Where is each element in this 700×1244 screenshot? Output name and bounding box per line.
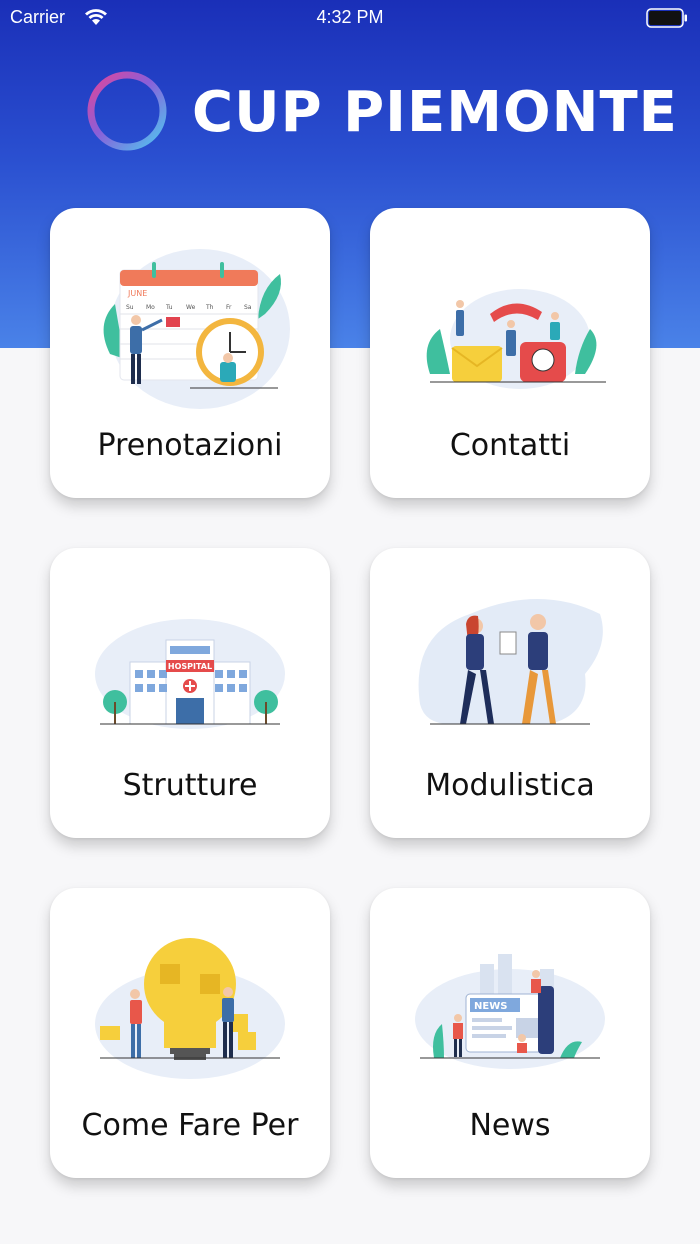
prenotazioni-label: Prenotazioni	[97, 428, 283, 463]
svg-text:Mo: Mo	[146, 304, 155, 311]
news-card[interactable]: NEWS News	[370, 888, 650, 1178]
contatti-label: Contatti	[449, 428, 571, 463]
svg-text:Su: Su	[126, 304, 134, 311]
contatti-card[interactable]: Contatti	[370, 208, 650, 498]
prenotazioni-card[interactable]: JUNE Su Mo Tu We Th Fr Sa Prenotazioni	[50, 208, 330, 498]
hospital-illustration-icon: HOSPITAL	[95, 619, 285, 729]
modulistica-card[interactable]: Modulistica	[370, 548, 650, 838]
modulistica-label: Modulistica	[425, 768, 595, 803]
battery-icon	[646, 8, 687, 28]
svg-text:JUNE: JUNE	[127, 289, 147, 298]
svg-text:Tu: Tu	[165, 304, 173, 311]
calendar-illustration-icon: JUNE Su Mo Tu We Th Fr Sa	[103, 249, 290, 409]
lightbulb-puzzle-illustration-icon	[95, 938, 285, 1079]
come-fare-per-label: Come Fare Per	[81, 1108, 299, 1143]
status-bar: Carrier 4:32 PM	[0, 0, 700, 36]
forms-illustration-icon	[418, 599, 603, 725]
svg-text:NEWS: NEWS	[474, 1001, 507, 1012]
news-label: News	[469, 1108, 551, 1143]
svg-text:HOSPITAL: HOSPITAL	[168, 662, 212, 671]
svg-text:Sa: Sa	[244, 304, 252, 311]
come-fare-per-card[interactable]: Come Fare Per	[50, 888, 330, 1178]
phone-contact-illustration-icon	[426, 289, 606, 389]
svg-text:We: We	[186, 304, 196, 311]
strutture-label: Strutture	[122, 768, 258, 803]
strutture-card[interactable]: HOSPITAL Strutture	[50, 548, 330, 838]
app-title: CUP PIEMONTE	[192, 80, 678, 145]
news-illustration-icon: NEWS	[415, 954, 605, 1069]
svg-text:Th: Th	[205, 304, 214, 311]
clock-time: 4:32 PM	[316, 7, 384, 27]
svg-text:Fr: Fr	[226, 304, 232, 311]
cup-piemonte-logo-icon	[87, 71, 167, 151]
